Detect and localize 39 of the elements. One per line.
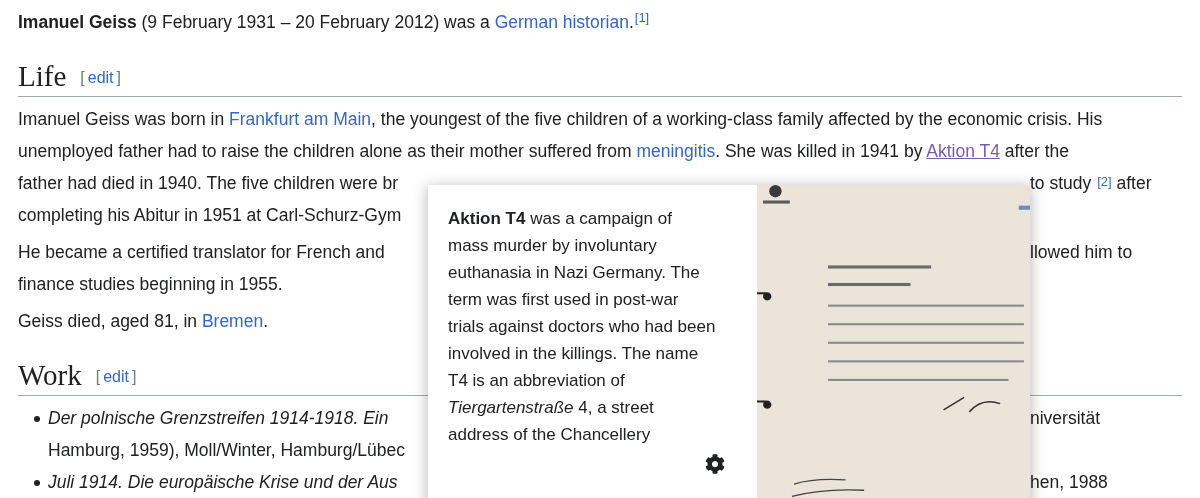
article-link[interactable]: meningitis [636,141,716,161]
body-text: unemployed father had to raise the children alone as their mother suffered from [18,141,633,161]
body-text: Imanuel Geiss (9 February 1931 – 20 February 2012) was a [18,12,491,32]
preview-extract: Aktion T4 was a campaign of mass murder by involuntary euthanasia in Nazi Germany. The term was first used in post-war trials against doctors who had been involved in the killings. The name T4 is an abbreviation of Tiergartenstraße 4, a street address of the Chancellery [448,208,717,446]
bullet-icon [34,480,40,486]
article-link[interactable]: German historian [494,12,629,32]
body-text: llowed him to [1030,241,1133,262]
body-text: after the [1003,141,1069,161]
body-text: to study [1030,172,1093,193]
body-text: father had died in 1940. The five children were br [18,172,399,193]
edit-link[interactable]: edit [87,66,114,90]
section-heading: Work [18,358,82,393]
body-text: Geiss died, aged 81, in [18,311,198,331]
body-text: completing his Abitur in 1951 at Carl-Schurz-Gym [18,205,402,225]
body-text: finance studies beginning in 1955. [18,274,283,294]
article-link[interactable]: Aktion T4 [926,141,1000,161]
article-link[interactable]: Bremen [201,311,264,331]
body-text: , the youngest of the five children of a working-class family affected by the economic crisis. His [371,109,1103,129]
bracket: ] [116,68,121,88]
body-text: . She was killed in 1941 by [715,141,924,161]
body-text: Hamburg, 1959), Moll/Winter, Hamburg/Lübec [48,439,405,460]
bracket: [ [95,367,101,387]
bullet-icon [34,416,40,422]
body-text: .$^{[1]}$ [628,12,650,32]
article-link[interactable]: Frankfurt am Main [229,109,372,129]
reference-link[interactable]: [2] [1097,173,1112,189]
bracket: [ [80,68,85,88]
body-text: He became a certified translator for French and [18,241,385,262]
section-heading: Life [18,59,67,94]
work-title: Juli 1914. Die europäische Krise und der Aus [48,471,398,492]
body-text: niversität [1030,407,1101,428]
body-text: after [1115,172,1152,193]
body-text: hen, 1988 [1030,471,1108,492]
settings-icon[interactable] [704,453,726,475]
bracket: ] [131,367,137,387]
body-text: Imanuel Geiss was born in [18,109,226,129]
body-text: . [263,311,269,331]
edit-link[interactable]: edit [103,365,129,389]
work-title: Der polnische Grenzstreifen 1914-1918. Ein [48,407,389,428]
